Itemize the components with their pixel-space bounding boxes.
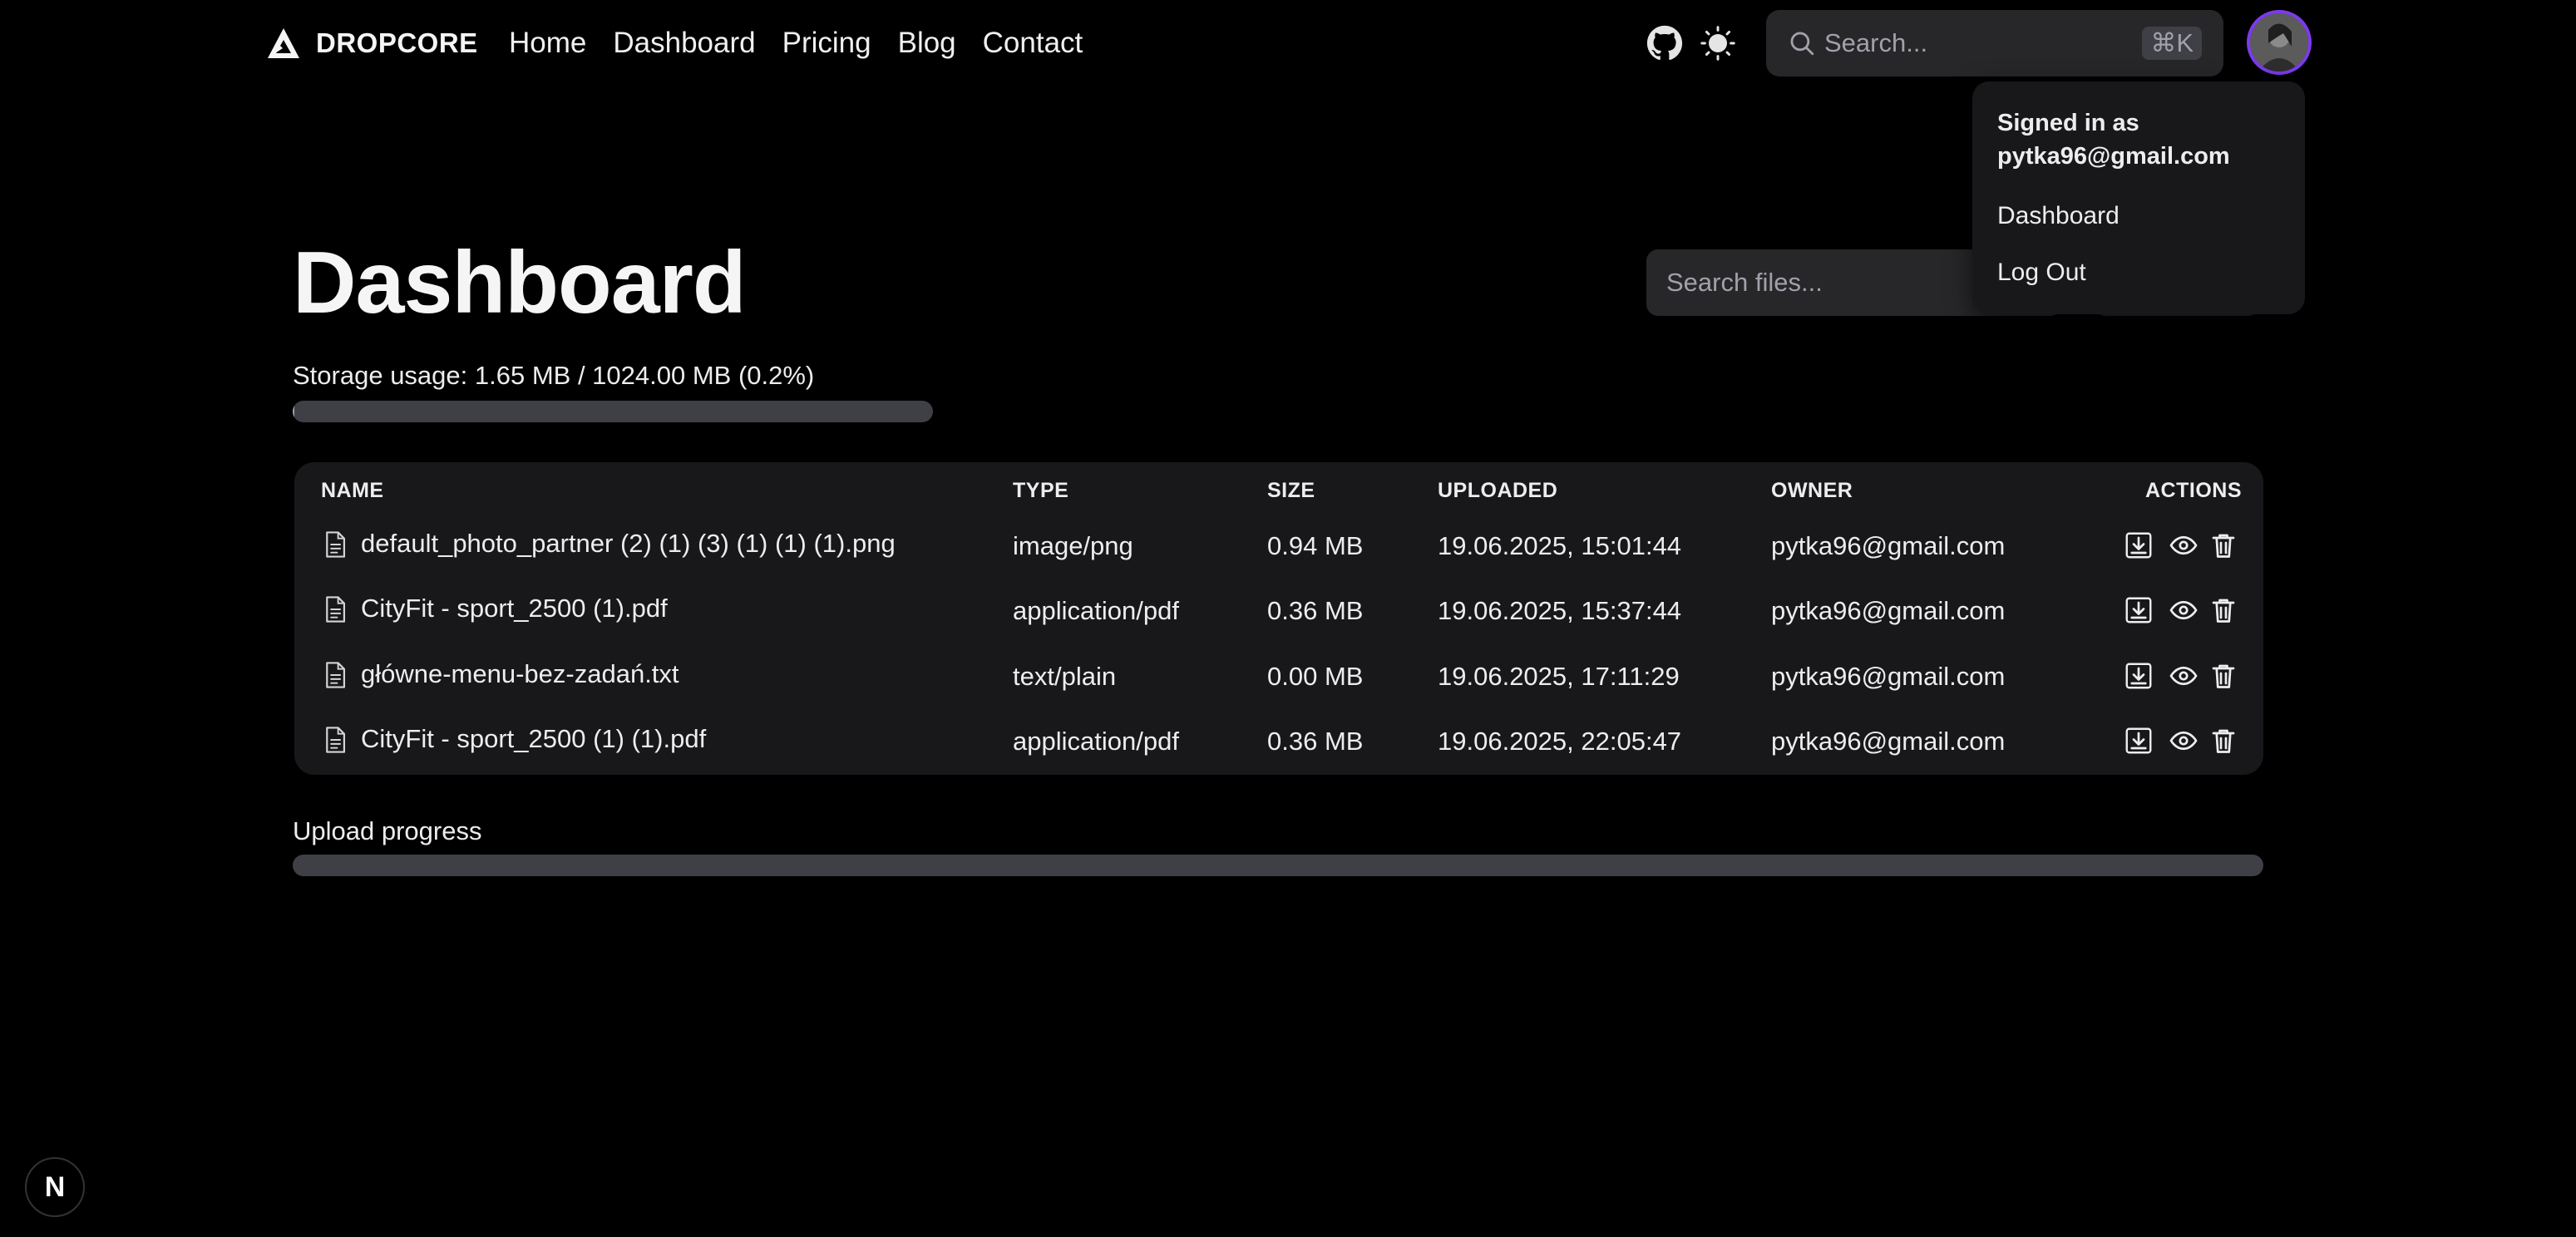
file-icon [326,727,346,753]
header-size[interactable]: SIZE [1267,479,1315,503]
cell-name[interactable]: default_photo_partner (2) (1) (3) (1) (1… [361,529,896,559]
download-button[interactable] [2124,726,2154,756]
cell-uploaded: 19.06.2025, 15:37:44 [1438,596,1682,625]
cell-name[interactable]: CityFit - sport_2500 (1) (1).pdf [361,724,706,754]
cell-size: 0.00 MB [1267,662,1364,691]
nav-dashboard[interactable]: Dashboard [613,22,755,65]
upload-progress-label: Upload progress [293,816,482,845]
table-row[interactable]: CityFit - sport_2500 (1).pdf application/… [294,582,2263,647]
nav-blog[interactable]: Blog [898,22,956,65]
github-icon[interactable] [1646,25,1683,62]
preview-button[interactable] [2169,530,2198,560]
user-menu-dropdown: Signed in as pytka96@gmail.com Dashboard… [1972,81,2305,314]
storage-usage-fill [293,401,294,422]
eye-icon [2169,666,2198,694]
search-icon [1790,32,1814,56]
header-type[interactable]: TYPE [1013,479,1068,503]
cell-size: 0.36 MB [1267,727,1364,756]
table-row[interactable]: główne-menu-bez-zadań.txt text/plain 0.00 … [294,648,2263,712]
header-owner[interactable]: OWNER [1771,479,1853,503]
cell-uploaded: 19.06.2025, 22:05:47 [1438,727,1682,756]
download-button[interactable] [2124,530,2154,560]
nextjs-dev-badge[interactable]: N [25,1157,85,1217]
brand-name: DROPCORE [316,27,478,58]
brand[interactable]: DROPCORE [266,23,478,63]
preview-button[interactable] [2169,661,2198,691]
header-actions: ACTIONS [2145,479,2242,502]
nextjs-badge-label: N [44,1170,66,1203]
storage-usage-label: Storage usage: 1.65 MB / 1024.00 MB (0.2… [293,361,815,390]
trash-icon [2208,664,2238,694]
download-icon [2124,597,2154,628]
global-search[interactable]: Search... ⌘K [1766,10,2223,76]
top-navbar: DROPCORE Home Dashboard Pricing Blog Con… [0,0,2576,86]
eye-icon [2169,600,2198,628]
table-row[interactable]: CityFit - sport_2500 (1) (1).pdf applicat… [294,712,2263,777]
download-button[interactable] [2124,595,2154,625]
trash-icon [2208,534,2238,564]
signed-in-label: Signed in as [1997,110,2139,136]
file-icon [326,531,346,558]
nav-contact[interactable]: Contact [983,22,1083,65]
header-uploaded[interactable]: UPLOADED [1438,479,1557,503]
cell-type: application/pdf [1013,596,1179,625]
trash-icon [2208,729,2238,759]
avatar-image [2250,13,2308,71]
file-icon [326,596,346,623]
download-button[interactable] [2124,661,2154,691]
cell-type: application/pdf [1013,727,1179,756]
cell-owner: pytka96@gmail.com [1771,662,2006,691]
download-icon [2124,532,2154,564]
nav-home[interactable]: Home [509,22,586,65]
search-shortcut: ⌘K [2142,27,2202,60]
cell-size: 0.36 MB [1267,596,1364,625]
cell-owner: pytka96@gmail.com [1771,596,2006,625]
cell-owner: pytka96@gmail.com [1771,531,2006,560]
upload-progress-bar [293,855,2263,876]
eye-icon [2169,731,2198,759]
nav-pricing[interactable]: Pricing [782,22,871,65]
delete-button[interactable] [2208,530,2238,560]
preview-button[interactable] [2169,726,2198,756]
global-search-placeholder: Search... [1824,28,1928,57]
cell-size: 0.94 MB [1267,531,1364,560]
delete-button[interactable] [2208,726,2238,756]
sun-icon[interactable] [1700,25,1736,62]
cell-name[interactable]: główne-menu-bez-zadań.txt [361,659,679,689]
logo-icon [268,28,299,58]
file-icon [326,662,346,688]
delete-button[interactable] [2208,661,2238,691]
delete-button[interactable] [2208,595,2238,625]
menu-item-log-out[interactable]: Log Out [1997,256,2280,289]
preview-button[interactable] [2169,595,2198,625]
cell-owner: pytka96@gmail.com [1771,727,2006,756]
trash-icon [2208,599,2238,628]
user-avatar[interactable] [2247,10,2312,75]
page-title: Dashboard [293,234,747,332]
eye-icon [2169,535,2198,564]
download-icon [2124,727,2154,759]
nav-links: Home Dashboard Pricing Blog Contact [509,22,1083,65]
cell-uploaded: 19.06.2025, 15:01:44 [1438,531,1682,560]
download-icon [2124,663,2154,694]
signed-in-email: pytka96@gmail.com [1997,143,2230,170]
header-name[interactable]: NAME [321,479,384,503]
storage-usage-bar [293,401,933,422]
cell-type: text/plain [1013,662,1117,691]
cell-uploaded: 19.06.2025, 17:11:29 [1438,662,1680,691]
table-row[interactable]: default_photo_partner (2) (1) (3) (1) (1… [294,517,2263,582]
menu-item-dashboard[interactable]: Dashboard [1997,200,2280,233]
cell-type: image/png [1013,531,1133,560]
cell-name[interactable]: CityFit - sport_2500 (1).pdf [361,594,668,623]
